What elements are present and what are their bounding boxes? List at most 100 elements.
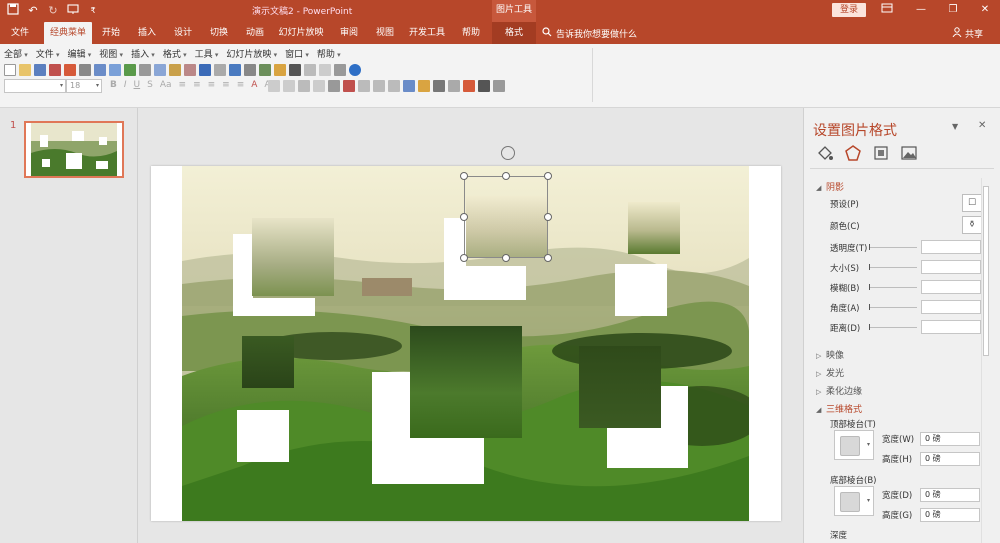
resize-handle-left[interactable] — [460, 213, 468, 221]
slider-thumb[interactable] — [869, 244, 870, 250]
picture-piece[interactable] — [242, 336, 294, 388]
tab-home[interactable]: 开始 — [96, 22, 126, 44]
tab-format[interactable]: 格式 — [492, 22, 536, 44]
tell-me-search[interactable]: 告诉我你想要做什么 — [542, 27, 637, 40]
scrollbar-thumb[interactable] — [983, 186, 989, 356]
tab-animations[interactable]: 动画 — [240, 22, 270, 44]
bullets-icon[interactable] — [373, 80, 385, 92]
chart-icon[interactable] — [229, 64, 241, 76]
tab-view[interactable]: 视图 — [370, 22, 400, 44]
menu-tools[interactable]: 工具 — [195, 47, 219, 60]
save-icon[interactable] — [6, 3, 20, 18]
picture-piece[interactable] — [579, 346, 661, 428]
font-size-combo[interactable]: 18 ▾ — [66, 79, 102, 93]
ribbon-display-options-icon[interactable] — [880, 3, 894, 17]
underline-button[interactable]: U — [134, 80, 141, 90]
open-icon[interactable] — [19, 64, 31, 76]
font-color-button[interactable]: A — [251, 80, 257, 90]
tab-classic-menu[interactable]: 经典菜单 — [44, 22, 92, 44]
minimize-icon[interactable]: — — [914, 3, 928, 17]
section-3d-format[interactable]: ◢ 三维格式 — [816, 402, 862, 415]
rotation-handle-icon[interactable] — [501, 146, 515, 160]
undo-icon[interactable]: ↶ — [26, 3, 40, 18]
bottom-width-input[interactable]: 0 磅 — [920, 488, 980, 502]
menu-view[interactable]: 视图 — [99, 47, 123, 60]
distributed-button[interactable]: ≡ — [237, 80, 245, 90]
resize-handle-right[interactable] — [544, 213, 552, 221]
white-block[interactable] — [615, 264, 667, 316]
redo-icon[interactable] — [214, 64, 226, 76]
group-icon[interactable] — [283, 80, 295, 92]
resize-handle-bottom-left[interactable] — [460, 254, 468, 262]
white-block[interactable] — [237, 410, 289, 462]
bold-button[interactable]: B — [110, 80, 117, 90]
close-icon[interactable]: ✕ — [978, 3, 992, 17]
color-button[interactable]: ⚱ — [962, 216, 982, 234]
menu-help[interactable]: 帮助 — [317, 47, 341, 60]
size-input[interactable] — [921, 260, 981, 274]
white-block[interactable] — [444, 266, 526, 300]
bottom-height-input[interactable]: 0 磅 — [920, 508, 980, 522]
login-button[interactable]: 登录 — [832, 3, 866, 17]
resize-handle-top-right[interactable] — [544, 172, 552, 180]
smartart-icon[interactable] — [403, 80, 415, 92]
share-button[interactable]: 共享 — [952, 27, 983, 40]
slide-thumbnail[interactable] — [24, 121, 124, 178]
fill-color-icon[interactable] — [418, 80, 430, 92]
menu-edit[interactable]: 编辑 — [68, 47, 92, 60]
preset-button[interactable]: ☐ — [962, 194, 982, 212]
size-slider[interactable] — [869, 267, 917, 268]
top-height-input[interactable]: 0 磅 — [920, 452, 980, 466]
line-icon[interactable] — [289, 64, 301, 76]
tab-help[interactable]: 帮助 — [454, 22, 488, 44]
section-glow[interactable]: ▷ 发光 — [816, 366, 844, 379]
align-left-button[interactable]: ≡ — [179, 80, 187, 90]
redo-icon[interactable]: ↻ — [46, 3, 60, 18]
section-soft-edges[interactable]: ▷ 柔化边缘 — [816, 384, 862, 397]
resize-handle-bottom-right[interactable] — [544, 254, 552, 262]
white-block[interactable] — [372, 436, 484, 484]
font-name-combo[interactable]: ▾ — [4, 79, 66, 93]
white-block[interactable] — [233, 298, 315, 316]
arrange-icon[interactable] — [268, 80, 280, 92]
slide-canvas[interactable] — [151, 166, 781, 521]
cut-icon[interactable] — [139, 64, 151, 76]
transparency-slider[interactable] — [869, 247, 917, 248]
new-icon[interactable] — [4, 64, 16, 76]
help-icon[interactable] — [349, 64, 361, 76]
top-bevel-button[interactable]: ▾ — [834, 430, 874, 460]
justify-button[interactable]: ≡ — [222, 80, 230, 90]
align-icon[interactable] — [313, 80, 325, 92]
menu-format[interactable]: 格式 — [163, 47, 187, 60]
shape-outline-icon[interactable] — [478, 80, 490, 92]
effects-icon[interactable] — [448, 80, 460, 92]
print-preview-icon[interactable] — [94, 64, 106, 76]
tab-insert[interactable]: 插入 — [132, 22, 162, 44]
rotate-icon[interactable] — [298, 80, 310, 92]
change-case-button[interactable]: Aa — [160, 80, 172, 90]
spelling-icon[interactable] — [124, 64, 136, 76]
section-shadow[interactable]: ◢ 阴影 — [816, 180, 844, 193]
strikethrough-button[interactable]: S — [147, 80, 153, 90]
angle-slider[interactable] — [869, 307, 917, 308]
layout-icon[interactable] — [109, 64, 121, 76]
slider-thumb[interactable] — [869, 284, 870, 290]
distribute-icon[interactable] — [328, 80, 340, 92]
pane-scrollbar[interactable] — [981, 178, 989, 543]
menu-file[interactable]: 文件 — [36, 47, 60, 60]
resize-handle-bottom[interactable] — [502, 254, 510, 262]
paste-icon[interactable] — [169, 64, 181, 76]
menu-slideshow[interactable]: 幻灯片放映 — [226, 47, 277, 60]
outline-icon[interactable] — [433, 80, 445, 92]
tab-file[interactable]: 文件 — [6, 22, 34, 44]
distance-slider[interactable] — [869, 327, 917, 328]
blur-input[interactable] — [921, 280, 981, 294]
transparency-input[interactable] — [921, 240, 981, 254]
text-direction-icon[interactable] — [358, 80, 370, 92]
align-right-button[interactable]: ≡ — [208, 80, 216, 90]
blur-slider[interactable] — [869, 287, 917, 288]
slider-thumb[interactable] — [869, 264, 870, 270]
effects-icon[interactable] — [844, 144, 862, 162]
picture-icon[interactable] — [274, 64, 286, 76]
picture-piece[interactable] — [628, 202, 680, 254]
